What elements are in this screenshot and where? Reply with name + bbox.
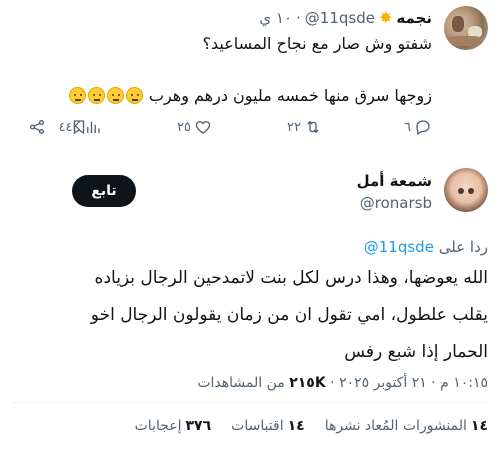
parent-handle[interactable]: @11qsde — [305, 9, 375, 27]
reply-handle[interactable]: @ronarsb — [360, 194, 432, 212]
views-label: من المشاهدات — [197, 375, 285, 391]
separator-dot: · — [296, 8, 301, 27]
parent-text: زوجها سرق منها خمسه مليون درهم وهرب — [148, 86, 432, 105]
parent-action-bar: ٦ ٢٢ ٢٥ ٤٤K — [28, 118, 432, 142]
neutral-face-emoji-icon — [87, 87, 105, 104]
repost-count: ٢٢ — [287, 119, 301, 135]
sun-emoji-icon: ✸ — [378, 8, 393, 27]
like-button[interactable]: ٢٥ — [177, 118, 212, 136]
parent-header: نجمه ✸ @11qsde · ١٠ ي — [259, 8, 432, 27]
reply-text-line: يقلب علطول، امي تقول ان من زمان يقولون ا… — [90, 305, 488, 325]
repost-button[interactable]: ٢٢ — [287, 118, 322, 136]
like-count: ٢٥ — [177, 119, 191, 135]
follow-button[interactable]: تابع — [72, 175, 136, 207]
reposts-label: المنشورات المُعاد نشرها — [324, 418, 467, 434]
repost-icon — [307, 120, 319, 134]
parent-author-name[interactable]: نجمه — [396, 9, 432, 27]
quotes-stat[interactable]: ١٤اقتباسات — [231, 418, 305, 434]
reply-text-line: الله يعوضها، وهذا درس لكل بنت لاتمدحين ا… — [94, 268, 488, 288]
tweet-meta: ١٠:١٥ م · ٢١ أكتوبر ٢٠٢٥ · ٢١٥K من المشا… — [197, 375, 488, 391]
likes-count: ٣٧٦ — [185, 418, 212, 434]
share-icon — [29, 119, 45, 135]
replying-to: ردا على @11qsde — [364, 238, 488, 256]
parent-time[interactable]: ١٠ ي — [259, 9, 292, 27]
quotes-count: ١٤ — [287, 418, 305, 434]
reply-avatar[interactable] — [444, 168, 488, 212]
tweet-timestamp[interactable]: ١٠:١٥ م · ٢١ أكتوبر ٢٠٢٥ · — [326, 375, 488, 391]
views-total: ٢١٥K — [289, 375, 326, 391]
heart-icon — [195, 121, 211, 134]
parent-tweet[interactable]: نجمه ✸ @11qsde · ١٠ ي شفتو وش صار مع نجا… — [0, 0, 500, 150]
likes-stat[interactable]: ٣٧٦إعجابات — [135, 418, 212, 434]
replying-to-label: ردا على — [438, 238, 488, 256]
reply-text-line: الحمار إذا شبع رفس — [344, 342, 488, 362]
quotes-label: اقتباسات — [231, 418, 284, 434]
parent-text-line: زوجها سرق منها خمسه مليون درهم وهرب — [68, 86, 432, 105]
reposts-stat[interactable]: ١٤المنشورات المُعاد نشرها — [325, 418, 488, 434]
bookmark-button[interactable] — [70, 118, 88, 136]
neutral-face-emoji-icon — [125, 87, 143, 104]
neutral-face-emoji-icon — [106, 87, 124, 104]
reply-button[interactable]: ٦ — [404, 118, 432, 136]
replying-to-mention[interactable]: @11qsde — [364, 238, 434, 256]
reply-tweet: شمعة أمل @ronarsb تابع ردا على @11qsde ا… — [0, 150, 500, 456]
reply-count: ٦ — [404, 119, 411, 135]
neutral-face-emoji-icon — [68, 87, 86, 104]
parent-text-line: شفتو وش صار مع نجاح المساعيد؟ — [202, 34, 432, 53]
likes-label: إعجابات — [134, 418, 182, 434]
reply-author-name[interactable]: شمعة أمل — [357, 172, 432, 190]
bookmark-icon — [73, 120, 85, 135]
reply-icon — [416, 120, 430, 135]
share-button[interactable] — [28, 118, 46, 136]
reposts-count: ١٤ — [470, 418, 488, 434]
engagement-stats: ١٤المنشورات المُعاد نشرها ١٤اقتباسات ٣٧٦… — [135, 402, 488, 450]
parent-avatar[interactable] — [444, 6, 488, 50]
